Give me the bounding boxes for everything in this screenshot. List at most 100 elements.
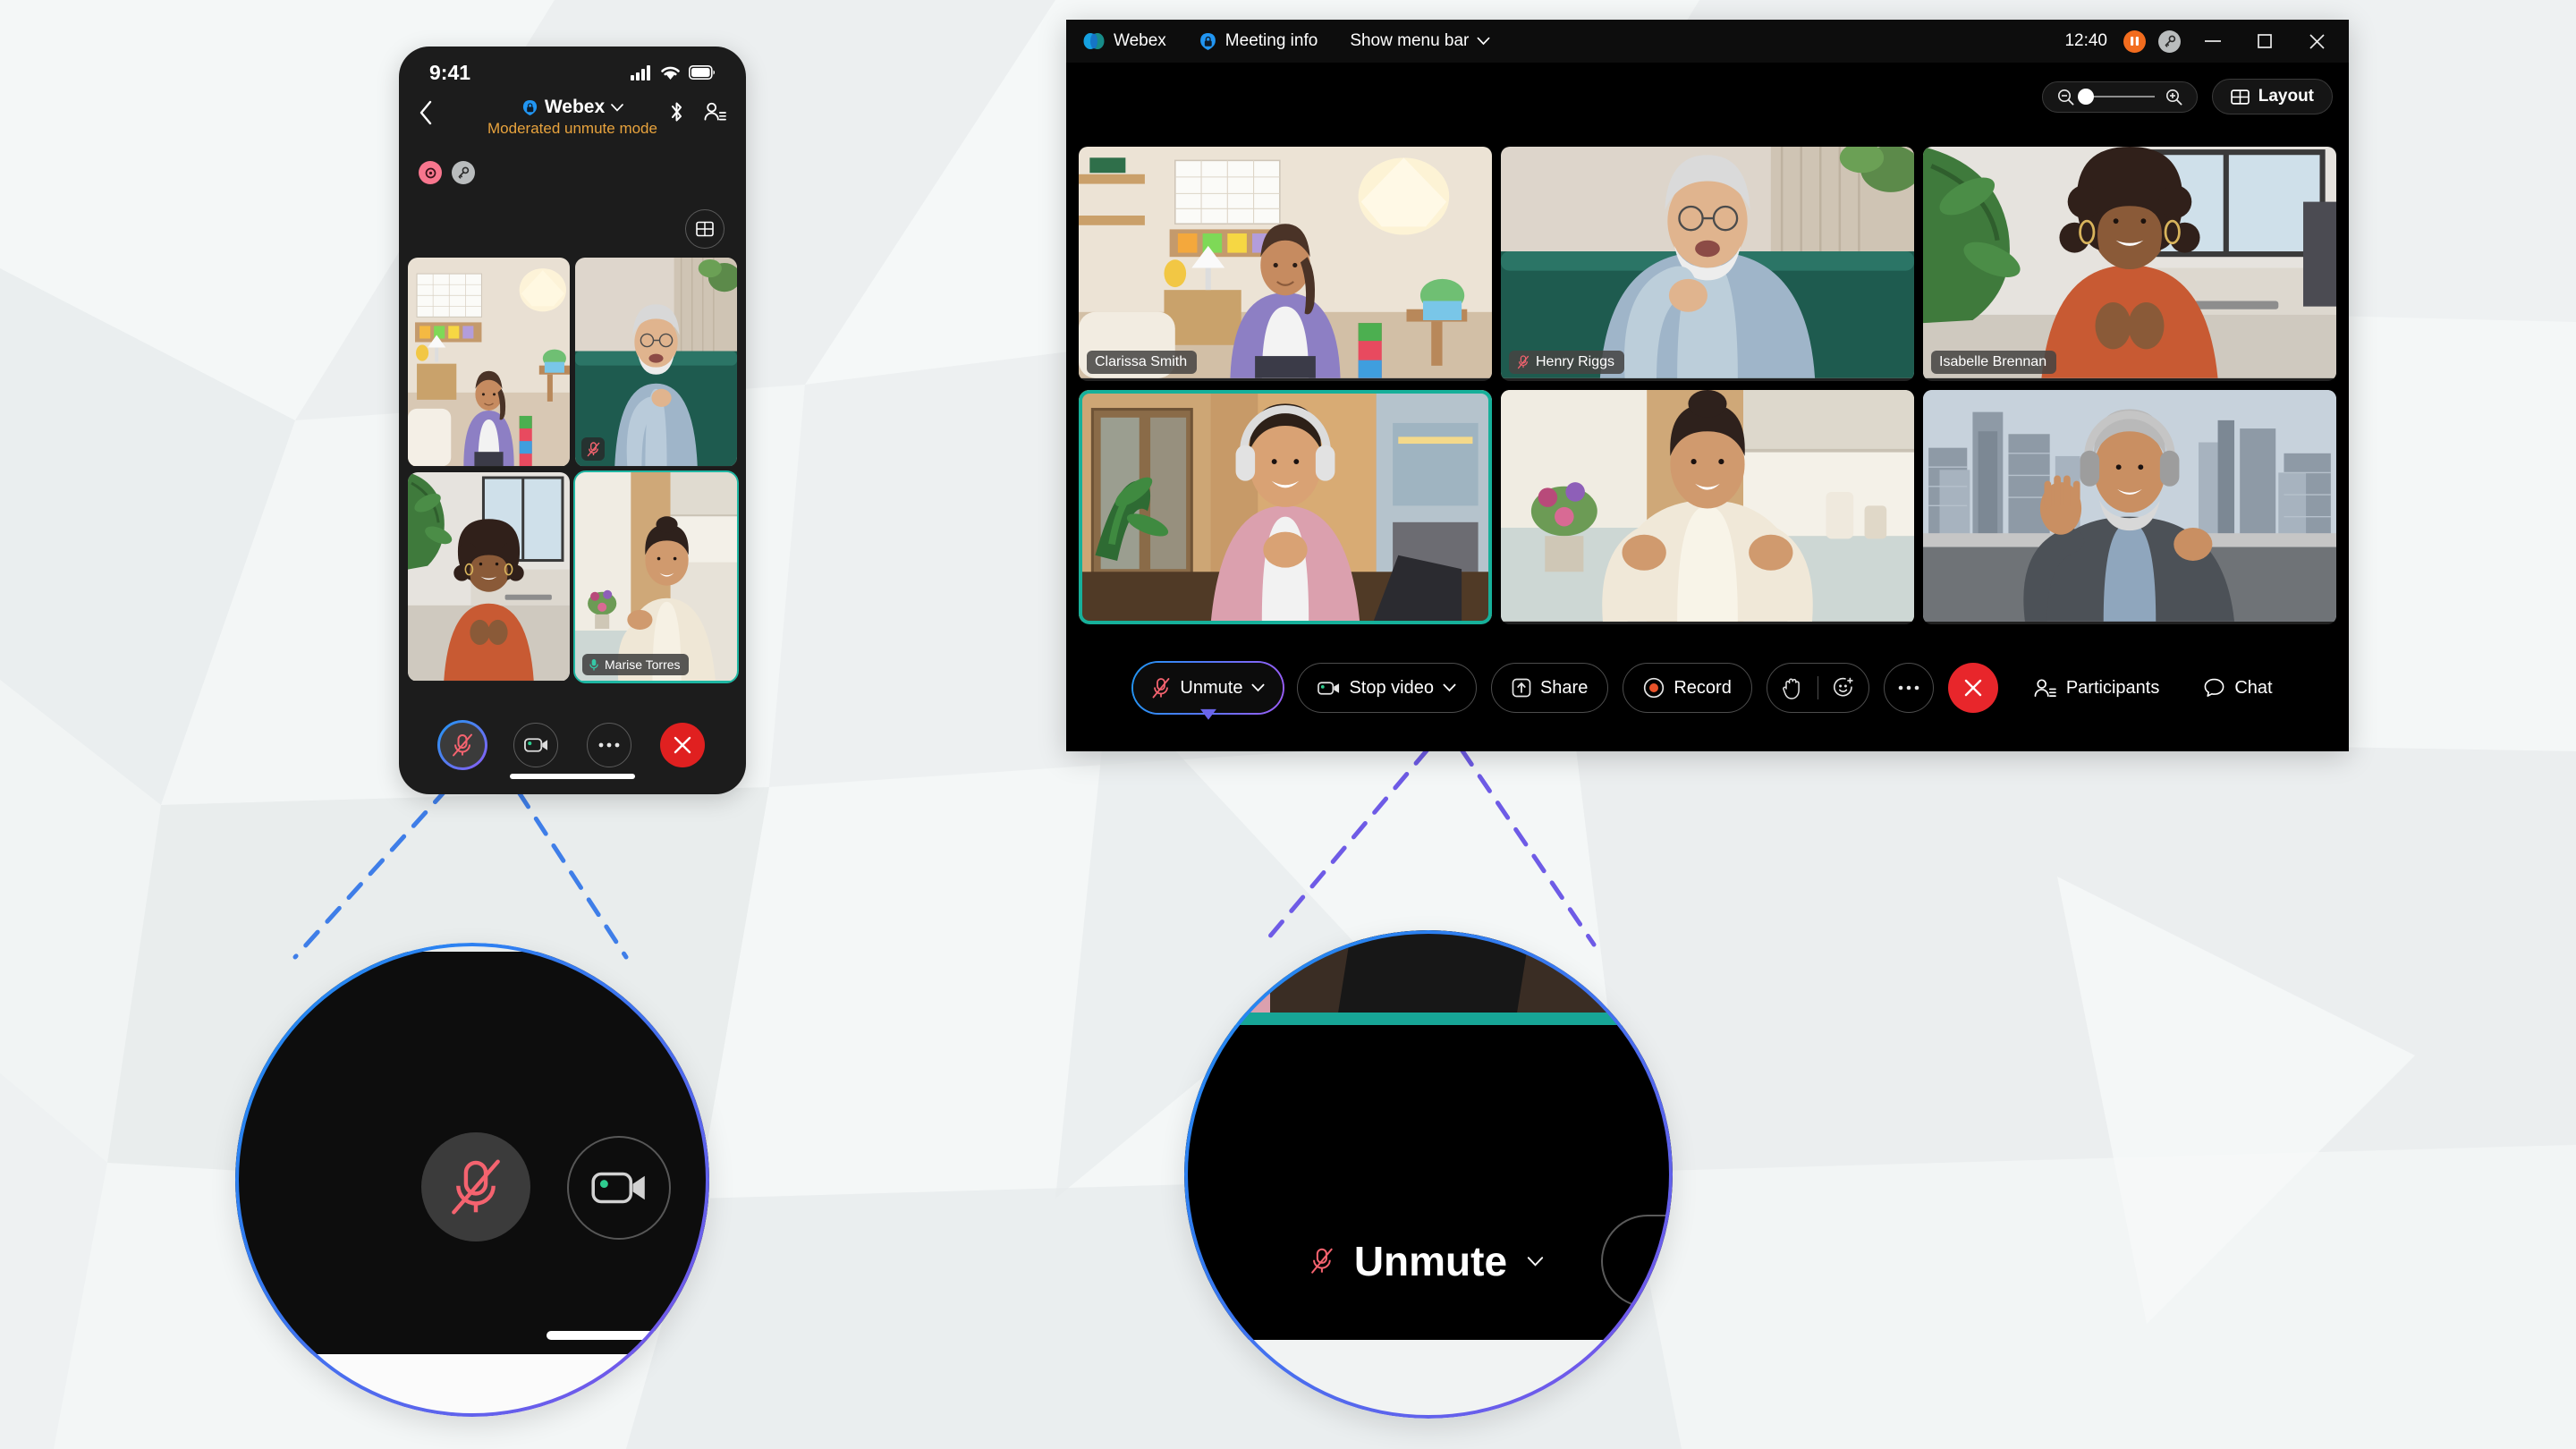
video-button[interactable] (513, 723, 558, 767)
chevron-down-icon[interactable] (611, 103, 623, 112)
unmute-button[interactable]: Unmute (1131, 661, 1285, 720)
zoom-slider-control[interactable] (2041, 80, 2198, 113)
unmute-tooltip-caret (1199, 705, 1217, 725)
participants-button[interactable]: Participants (2025, 678, 2169, 699)
raise-hand-button[interactable] (1767, 677, 1818, 699)
video-tile[interactable] (1923, 390, 2336, 624)
callout-phone-bottom (235, 1354, 709, 1417)
encryption-key-badge[interactable] (452, 161, 475, 184)
participant-video-marise (575, 472, 737, 682)
participant-video-clarissa (408, 258, 570, 467)
moderated-unmute-mode-label: Moderated unmute mode (487, 120, 657, 137)
zoom-in-icon[interactable] (2165, 89, 2182, 106)
desktop-title-bar: Webex Meeting info Show menu bar 12:40 (1066, 20, 2349, 63)
mobile-status-badges (399, 156, 746, 184)
close-button[interactable] (2297, 26, 2336, 56)
record-dot-icon (425, 167, 436, 178)
mobile-layout-button[interactable] (685, 209, 724, 249)
microphone-muted-icon (1153, 677, 1170, 698)
more-options-button[interactable] (1883, 663, 1934, 713)
minimize-button[interactable] (2193, 26, 2233, 56)
participant-name-label: Clarissa Smith (1087, 351, 1198, 374)
stop-video-label: Stop video (1349, 677, 1434, 698)
video-tile[interactable]: Henry Riggs (1501, 147, 1914, 381)
chevron-down-icon[interactable] (1527, 1253, 1544, 1270)
zoom-slider-knob[interactable] (2077, 89, 2094, 105)
pause-icon (2131, 37, 2139, 46)
recording-badge[interactable] (419, 161, 442, 184)
participant-name-label: Marise Torres (582, 654, 689, 675)
unmute-label: Unmute (1180, 677, 1243, 698)
video-camera-icon (1318, 681, 1340, 695)
end-call-button[interactable] (1947, 663, 1998, 713)
microphone-muted-icon (452, 1159, 500, 1215)
encryption-key-badge[interactable] (2158, 30, 2181, 53)
mic-muted-button-zoomed[interactable] (415, 1126, 537, 1248)
participant-video-isabelle (1923, 147, 2336, 378)
chevron-down-icon[interactable] (1443, 683, 1456, 692)
bluetooth-icon[interactable] (669, 100, 684, 128)
video-tile[interactable]: Isabelle Brennan (1923, 147, 2336, 381)
video-tile[interactable] (408, 258, 570, 467)
video-tile[interactable] (408, 472, 570, 682)
mobile-phone-frame: 9:41 Webex Moderated unmute mode Marise … (399, 47, 746, 794)
mobile-title-row[interactable]: Webex (487, 97, 657, 118)
key-icon (458, 166, 470, 179)
reactions-segment (1766, 663, 1869, 713)
desktop-view-toolbar: Layout (2041, 79, 2333, 114)
chevron-down-icon[interactable] (1251, 683, 1265, 692)
meeting-lock-icon (522, 99, 537, 115)
video-tile-active-speaker[interactable]: Marise Torres (573, 470, 739, 683)
more-options-button[interactable] (587, 723, 631, 767)
home-indicator (510, 774, 635, 779)
microphone-muted-icon (1311, 1248, 1333, 1274)
cellular-signal-icon (631, 64, 650, 80)
record-dot-icon (1644, 677, 1665, 699)
video-tile[interactable] (575, 258, 737, 467)
webex-app-button[interactable]: Webex (1082, 31, 1166, 51)
meeting-info-button[interactable]: Meeting info (1199, 31, 1318, 51)
zoom-out-icon[interactable] (2057, 89, 2074, 106)
participant-video-rooftop (1923, 390, 2336, 622)
video-button-zoomed[interactable] (567, 1136, 671, 1240)
share-label: Share (1539, 677, 1589, 698)
pause-badge[interactable] (2123, 30, 2146, 53)
grid-layout-icon (696, 221, 714, 237)
maximize-button[interactable] (2245, 26, 2284, 56)
close-x-icon (1964, 679, 1982, 697)
minimize-icon (2205, 40, 2221, 42)
key-icon (2165, 35, 2175, 47)
ellipsis-icon (598, 742, 620, 748)
participants-icon (2034, 678, 2056, 697)
reactions-button[interactable] (1818, 677, 1868, 699)
meeting-lock-icon (1199, 32, 1216, 50)
back-chevron-icon[interactable] (419, 100, 433, 130)
video-camera-icon (591, 1172, 645, 1204)
participant-video-henry (575, 258, 737, 467)
callout-video-sleeve (1193, 946, 1270, 1018)
chat-bubble-icon (2204, 678, 2224, 697)
video-camera-icon (523, 738, 547, 752)
show-menu-bar-button[interactable]: Show menu bar (1350, 31, 1490, 51)
layout-button[interactable]: Layout (2211, 79, 2333, 114)
end-call-button[interactable] (660, 723, 705, 767)
mic-muted-button[interactable] (437, 720, 487, 770)
zoom-slider-track[interactable] (2077, 89, 2155, 105)
microphone-active-icon (589, 658, 598, 670)
unmute-button-zoomed[interactable]: Unmute (1268, 1215, 1585, 1308)
stop-video-button[interactable]: Stop video (1297, 663, 1477, 713)
record-button[interactable]: Record (1623, 663, 1752, 713)
video-tile-active-speaker[interactable] (1079, 390, 1492, 624)
participant-name-label: Isabelle Brennan (1931, 351, 2057, 374)
mobile-video-grid: Marise Torres (408, 258, 739, 683)
wifi-icon (661, 66, 680, 80)
battery-icon (689, 65, 716, 80)
video-tile[interactable] (1501, 390, 1914, 624)
microphone-muted-icon (453, 733, 472, 757)
chat-button[interactable]: Chat (2195, 678, 2281, 699)
participants-icon[interactable] (704, 101, 726, 127)
video-tile[interactable]: Clarissa Smith (1079, 147, 1492, 381)
webex-desktop-window: Webex Meeting info Show menu bar 12:40 L… (1066, 20, 2349, 751)
participant-video-isabelle (408, 472, 570, 682)
share-button[interactable]: Share (1490, 663, 1609, 713)
